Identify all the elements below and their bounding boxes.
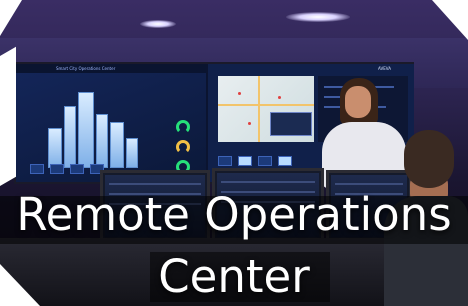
- monitor-row: [109, 183, 201, 185]
- kpi-tile: [70, 164, 84, 174]
- monitor-row: [221, 181, 315, 183]
- ceiling-light: [140, 20, 176, 28]
- city-model: [38, 88, 158, 168]
- face: [345, 86, 371, 118]
- dashboard-header: Smart City Operations Center: [16, 64, 206, 73]
- brand-label: AVEVA: [378, 66, 391, 71]
- map-pin-icon: [248, 122, 251, 125]
- map-pin-icon: [238, 92, 241, 95]
- gauge-icon: [176, 120, 190, 134]
- head: [404, 130, 454, 188]
- building: [78, 92, 94, 168]
- photo-scene: Smart City Operations Center AVEVA Remot…: [0, 0, 468, 306]
- frame-corner: [432, 0, 468, 40]
- frame-corner: [0, 0, 22, 36]
- kpi-tile: [50, 164, 64, 174]
- map-pin-icon: [278, 96, 281, 99]
- title-line-2: Center: [158, 252, 310, 302]
- title-banner: Remote Operations Center: [0, 190, 468, 306]
- kpi-tile: [258, 156, 272, 166]
- kpi-tile: [30, 164, 44, 174]
- title-line-1: Remote Operations: [16, 190, 452, 240]
- map-popup: [270, 112, 312, 136]
- gauge-icon: [176, 140, 190, 154]
- map-panel: [218, 76, 314, 142]
- building: [64, 106, 76, 168]
- map-road: [218, 104, 314, 106]
- kpi-tile: [218, 156, 232, 166]
- ceiling-light: [286, 12, 350, 22]
- map-road: [258, 76, 260, 142]
- kpi-tile: [278, 156, 292, 166]
- kpi-tile: [238, 156, 252, 166]
